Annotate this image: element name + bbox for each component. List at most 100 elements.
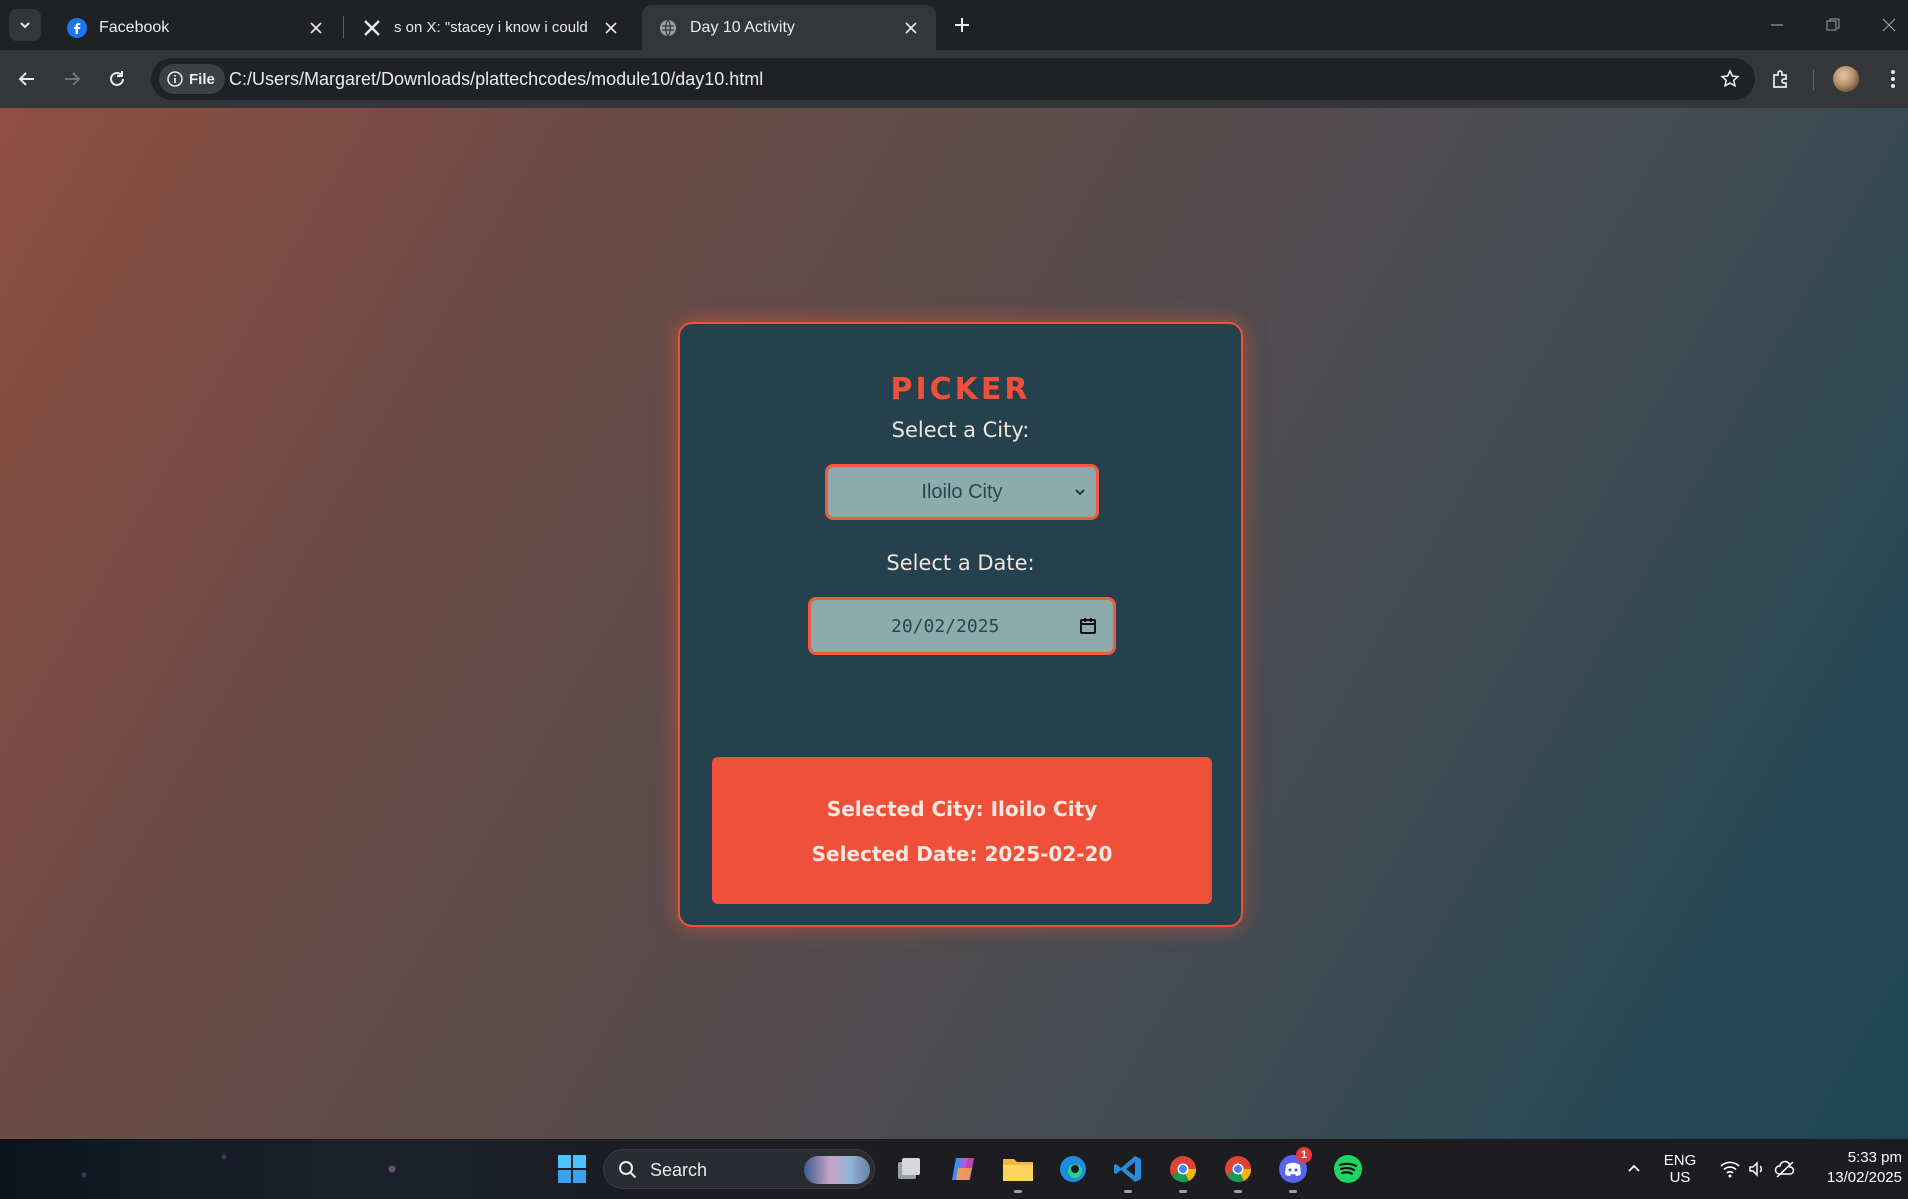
wallpaper-strip [0, 1139, 560, 1199]
running-indicator [1014, 1190, 1022, 1193]
toolbar-divider [1813, 70, 1814, 90]
running-indicator [1124, 1190, 1132, 1193]
date-input-value: 20/02/2025 [891, 616, 1000, 637]
discord-app[interactable]: 1 [1273, 1147, 1313, 1193]
copilot-app[interactable] [943, 1149, 983, 1189]
chip-label: File [189, 70, 215, 88]
volume-icon [1749, 1161, 1763, 1177]
language-indicator[interactable]: ENG US [1660, 1152, 1700, 1186]
star-icon [1720, 69, 1740, 88]
close-window-button[interactable] [1874, 11, 1904, 39]
chevron-down-icon [1072, 484, 1088, 500]
page-viewport: PICKER Select a City: Iloilo City Select… [0, 108, 1908, 1139]
tab-title: Facebook [99, 18, 170, 36]
chrome-icon [1170, 1156, 1197, 1183]
plus-icon [955, 18, 969, 32]
city-label: Select a City: [891, 418, 1030, 442]
region-code: US [1669, 1169, 1691, 1186]
vscode-icon [1114, 1156, 1141, 1182]
tab-title: Day 10 Activity [690, 18, 795, 36]
start-button[interactable] [552, 1149, 592, 1189]
city-select-value: Iloilo City [921, 480, 1003, 503]
browser-toolbar: File C:/Users/Margaret/Downloads/plattec… [0, 50, 1908, 108]
picker-card: PICKER Select a City: Iloilo City Select… [678, 322, 1243, 927]
close-tab-icon[interactable] [305, 17, 327, 39]
x-logo-icon [362, 18, 382, 38]
date-label: Select a Date: [886, 551, 1035, 575]
copilot-icon [952, 1158, 974, 1180]
arrow-right-icon [65, 72, 81, 86]
running-indicator [1179, 1190, 1187, 1193]
wifi-icon [1720, 1161, 1740, 1178]
edge-app[interactable] [1053, 1149, 1093, 1189]
taskbar-search[interactable]: Search [603, 1149, 875, 1189]
more-vertical-icon [1891, 70, 1895, 88]
puzzle-icon [1773, 70, 1787, 88]
notification-badge: 1 [1296, 1147, 1312, 1163]
reload-button[interactable] [100, 62, 134, 96]
result-city: Selected City: Iloilo City [826, 797, 1098, 821]
address-bar[interactable]: File C:/Users/Margaret/Downloads/plattec… [151, 58, 1755, 100]
search-highlight-image [804, 1156, 870, 1184]
globe-icon [658, 18, 678, 38]
menu-button[interactable] [1876, 62, 1908, 96]
language-code: ENG [1663, 1152, 1697, 1169]
tab-separator [343, 16, 344, 38]
close-icon [1882, 18, 1896, 32]
edge-icon [1060, 1156, 1086, 1182]
clock-time: 5:33 pm [1847, 1149, 1902, 1166]
chevron-up-icon [1628, 1164, 1640, 1172]
clock[interactable]: 5:33 pm 13/02/2025 [1812, 1149, 1902, 1186]
close-tab-icon[interactable] [900, 17, 922, 39]
info-icon [167, 71, 183, 87]
vscode-app[interactable] [1108, 1149, 1148, 1193]
date-input[interactable]: 20/02/2025 [808, 597, 1116, 655]
city-select[interactable]: Iloilo City [825, 464, 1099, 520]
search-label: Search [650, 1160, 708, 1180]
search-icon [619, 1161, 637, 1179]
tab-x-post[interactable]: s on X: "stacey i know i could tr [346, 5, 636, 50]
tab-strip: Facebook s on X: "stacey i know i could … [0, 0, 1908, 50]
facebook-icon [67, 17, 87, 38]
running-indicator [1289, 1190, 1297, 1193]
restore-button[interactable] [1818, 11, 1848, 39]
profile-button[interactable] [1829, 62, 1863, 96]
reload-icon [110, 71, 124, 86]
minimize-button[interactable] [1762, 11, 1792, 39]
back-button[interactable] [10, 62, 44, 96]
spotify-app[interactable] [1328, 1149, 1368, 1189]
close-tab-icon[interactable] [600, 17, 622, 39]
tab-facebook[interactable]: Facebook [51, 5, 341, 50]
avatar [1833, 66, 1859, 92]
extensions-button[interactable] [1764, 62, 1798, 96]
spotify-icon [1334, 1155, 1362, 1183]
restore-icon [1826, 18, 1840, 31]
bookmark-star-button[interactable] [1717, 66, 1743, 92]
page-title: PICKER [890, 372, 1031, 407]
folder-icon [1003, 1159, 1033, 1181]
battery-cloud-icon [1774, 1160, 1795, 1178]
taskbar: Search 1 ENG US 5:33 pm 13/02/2025 [0, 1139, 1908, 1199]
minimize-icon [1771, 24, 1783, 26]
site-info-chip[interactable]: File [159, 64, 225, 94]
url-text[interactable]: C:/Users/Margaret/Downloads/plattechcode… [229, 69, 763, 90]
result-date: Selected Date: 2025-02-20 [811, 842, 1113, 866]
forward-button[interactable] [55, 62, 89, 96]
chrome-icon [1225, 1156, 1252, 1183]
tab-search-button[interactable] [9, 9, 41, 41]
chrome-profile-app[interactable] [1163, 1149, 1203, 1193]
chevron-down-icon [20, 22, 30, 29]
windows-logo-icon [558, 1155, 586, 1183]
quick-settings-button[interactable] [1708, 1149, 1808, 1189]
new-tab-button[interactable] [948, 11, 976, 39]
file-explorer-app[interactable] [998, 1149, 1038, 1193]
show-hidden-icons-button[interactable] [1614, 1149, 1654, 1189]
tab-title: s on X: "stacey i know i could tr [394, 19, 592, 36]
task-view-icon [898, 1158, 920, 1179]
calendar-icon[interactable] [1077, 615, 1099, 637]
result-panel: Selected City: Iloilo City Selected Date… [712, 757, 1212, 904]
tab-day10-activity[interactable]: Day 10 Activity [642, 5, 936, 50]
chrome-app[interactable] [1218, 1149, 1258, 1193]
clock-date: 13/02/2025 [1826, 1169, 1902, 1186]
task-view-button[interactable] [889, 1149, 929, 1189]
